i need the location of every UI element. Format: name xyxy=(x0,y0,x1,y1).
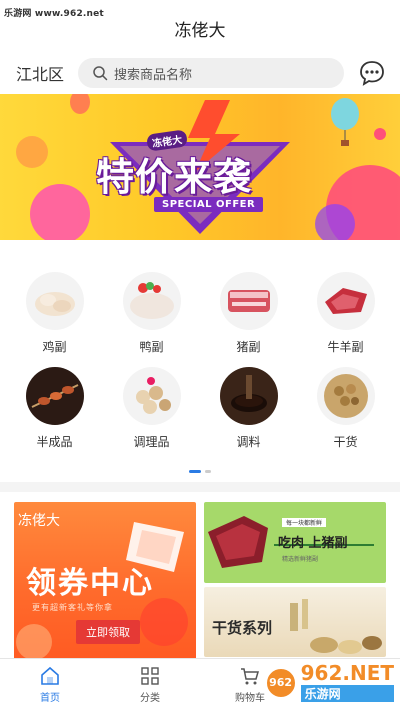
coupon-brand: 冻佬大 xyxy=(18,513,60,529)
sauce-icon xyxy=(219,367,278,425)
dried-goods-icon xyxy=(316,367,375,425)
promo-right-column: 每一块都新鲜 吃肉 上猪副 精选新鲜猪副 干货系列 xyxy=(204,502,386,657)
promo-banner[interactable]: 冻佬大 特价来袭 SPECIAL OFFER xyxy=(0,94,400,240)
category-label: 猪副 xyxy=(236,340,261,354)
promo-section: 冻佬大 领券中心 更有超新客礼等你拿 立即领取 每一块都新鲜 吃肉 上猪副 精选… xyxy=(0,492,400,662)
category-beef[interactable]: 牛羊副 xyxy=(306,272,386,367)
watermark-bottom: 962 962.NET 乐游网 xyxy=(264,661,394,702)
category-row-2: 半成品 调理品 调料 干货 xyxy=(0,367,400,462)
banner-title: 特价来袭 xyxy=(96,155,253,199)
search-placeholder: 搜索商品名称 xyxy=(114,67,193,83)
category-chicken[interactable]: 鸡副 xyxy=(15,272,95,367)
category-dried-goods[interactable]: 干货 xyxy=(306,367,386,462)
app-screen: 乐游网 www.962.net 冻佬大 江北区 搜索商品名称 冻佬大 特价来袭 … xyxy=(0,0,400,710)
message-icon[interactable] xyxy=(358,59,386,87)
section-divider xyxy=(0,482,400,492)
coupon-subtitle: 更有超新客礼等你拿 xyxy=(32,603,113,612)
tab-home[interactable]: 首页 xyxy=(0,659,100,710)
coupon-title: 领券中心 xyxy=(26,566,154,601)
category-label: 牛羊副 xyxy=(327,340,364,354)
pork-promo-card[interactable]: 每一块都新鲜 吃肉 上猪副 精选新鲜猪副 xyxy=(204,502,386,584)
pork-promo-note: 精选新鲜猪副 xyxy=(282,556,319,563)
meatball-icon xyxy=(122,367,181,425)
search-row: 江北区 搜索商品名称 xyxy=(0,54,400,92)
category-duck[interactable]: 鸭副 xyxy=(112,272,192,367)
category-label: 调理品 xyxy=(133,435,170,449)
category-label: 鸭副 xyxy=(139,340,164,354)
skewer-icon xyxy=(25,367,84,425)
category-grid: 鸡副 鸭副 猪副 牛羊副 半成品 调理品 调料 干货 xyxy=(0,240,400,480)
chicken-icon xyxy=(25,272,84,330)
beef-icon xyxy=(316,272,375,330)
watermark-big: 962.NET xyxy=(300,661,394,685)
category-row-1: 鸡副 鸭副 猪副 牛羊副 xyxy=(0,272,400,367)
watermark-text: 962.NET 乐游网 xyxy=(300,661,394,702)
tab-category[interactable]: 分类 xyxy=(100,659,200,710)
claim-coupon-button[interactable]: 立即领取 xyxy=(76,620,140,644)
watermark-logo: 962 xyxy=(264,666,297,699)
watermark-small: 乐游网 xyxy=(300,685,394,702)
duck-icon xyxy=(122,272,181,330)
category-label: 半成品 xyxy=(36,435,73,449)
category-pork[interactable]: 猪副 xyxy=(209,272,289,367)
pork-icon xyxy=(219,272,278,330)
pork-promo-tag: 每一块都新鲜 xyxy=(282,518,327,527)
cart-icon xyxy=(241,667,259,684)
banner-subtitle: SPECIAL OFFER xyxy=(154,197,264,212)
tab-label: 首页 xyxy=(40,692,60,704)
category-semi-finished[interactable]: 半成品 xyxy=(15,367,95,462)
category-pager xyxy=(0,462,400,480)
location-selector[interactable]: 江北区 xyxy=(16,61,78,85)
pork-promo-title: 吃肉 上猪副 xyxy=(278,536,348,551)
grid-icon xyxy=(141,666,159,685)
pager-dot-active xyxy=(189,469,201,473)
dried-goods-promo-title: 干货系列 xyxy=(212,619,273,638)
page-title: 冻佬大 xyxy=(174,20,226,41)
category-seasoning[interactable]: 调料 xyxy=(209,367,289,462)
search-input[interactable]: 搜索商品名称 xyxy=(78,58,344,88)
category-label: 调料 xyxy=(236,435,261,449)
watermark-top: 乐游网 www.962.net xyxy=(4,9,104,19)
pager-dot xyxy=(205,469,211,473)
dried-goods-promo-card[interactable]: 干货系列 xyxy=(204,587,386,657)
category-label: 鸡副 xyxy=(42,340,67,354)
category-label: 干货 xyxy=(333,435,358,449)
search-icon xyxy=(93,66,108,81)
category-prepared[interactable]: 调理品 xyxy=(112,367,192,462)
coupon-center-card[interactable]: 冻佬大 领券中心 更有超新客礼等你拿 立即领取 xyxy=(14,502,196,662)
home-icon xyxy=(41,666,59,685)
tab-label: 购物车 xyxy=(235,692,265,704)
tab-label: 分类 xyxy=(140,692,160,704)
